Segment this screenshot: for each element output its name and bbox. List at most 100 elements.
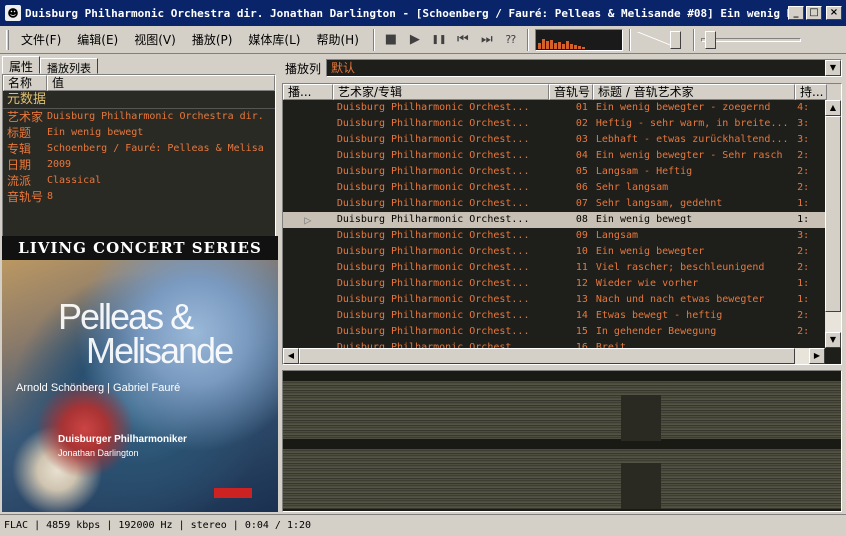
playlist-row[interactable]: Duisburg Philharmonic Orchest... 13 Nach u… bbox=[283, 292, 825, 308]
menu-grip[interactable] bbox=[6, 29, 9, 50]
menu-help[interactable]: 帮助(H) bbox=[308, 29, 366, 50]
playlist-row[interactable]: Duisburg Philharmonic Orchest... 03 Lebhaf… bbox=[283, 132, 825, 148]
tab-playlists[interactable]: 播放列表 bbox=[40, 58, 99, 75]
row-duration: 1: bbox=[797, 278, 810, 289]
col-playing-header[interactable]: 播... bbox=[283, 84, 333, 100]
pause-icon[interactable]: ❚❚ bbox=[429, 30, 449, 50]
playing-indicator bbox=[283, 148, 333, 164]
playlist-hscrollbar[interactable]: ◀ ▶ bbox=[283, 348, 825, 364]
playlist-row-playing[interactable]: ▷ Duisburg Philharmonic Orchest... 08 Ein w… bbox=[283, 212, 825, 228]
menu-playback[interactable]: 播放(P) bbox=[184, 29, 241, 50]
previous-icon[interactable]: ⏮ bbox=[453, 30, 473, 50]
playlist-row[interactable]: Duisburg Philharmonic Orchest... 11 Viel r… bbox=[283, 260, 825, 276]
properties-header: 名称 值 bbox=[3, 75, 275, 91]
playlist-row[interactable]: Duisburg Philharmonic Orchest... 04 Ein we… bbox=[283, 148, 825, 164]
spectrum-bar bbox=[557, 41, 561, 49]
play-icon[interactable]: ▶ bbox=[405, 30, 425, 50]
playing-indicator: ▷ bbox=[304, 213, 312, 227]
scroll-down-icon[interactable]: ▼ bbox=[825, 332, 841, 348]
album-art-conductor: Jonathan Darlington bbox=[58, 448, 139, 458]
scroll-left-icon[interactable]: ◀ bbox=[283, 348, 299, 364]
spectrum-bar bbox=[541, 38, 545, 49]
col-track-header[interactable]: 音轨号 bbox=[549, 84, 593, 100]
record-label-logo bbox=[214, 488, 252, 498]
toolbar-separator bbox=[526, 28, 529, 51]
tab-properties[interactable]: 属性 bbox=[2, 56, 41, 74]
scroll-up-icon[interactable]: ▲ bbox=[825, 100, 841, 116]
menu-view[interactable]: 视图(V) bbox=[126, 29, 184, 50]
playlist-hscroll-thumb[interactable] bbox=[299, 348, 795, 364]
random-icon[interactable]: ⁇ bbox=[501, 30, 521, 50]
close-button[interactable]: × bbox=[826, 6, 842, 20]
playlist-row[interactable]: Duisburg Philharmonic Orchest... 06 Sehr l… bbox=[283, 180, 825, 196]
title-bar[interactable]: ☻ Duisburg Philharmonic Orchestra dir. J… bbox=[0, 0, 846, 26]
row-track-number: 04 bbox=[575, 150, 588, 161]
next-icon[interactable]: ⏭ bbox=[477, 30, 497, 50]
property-row[interactable]: 流派 Classical bbox=[3, 173, 275, 189]
spectrogram-gap-right bbox=[621, 463, 661, 509]
playlist-row[interactable]: Duisburg Philharmonic Orchest... 09 Langsa… bbox=[283, 228, 825, 244]
row-artist: Duisburg Philharmonic Orchest... bbox=[336, 246, 530, 257]
property-key: 艺术家 bbox=[7, 110, 44, 124]
stop-icon[interactable]: ■ bbox=[381, 30, 401, 50]
seek-thumb[interactable] bbox=[704, 30, 716, 49]
col-value-header[interactable]: 值 bbox=[47, 75, 275, 91]
row-title: Viel rascher; beschleunigend bbox=[595, 262, 765, 273]
playlist-selector-bar: 播放列 默认 ▼ bbox=[282, 58, 842, 78]
menu-library[interactable]: 媒体库(L) bbox=[240, 29, 308, 50]
property-row[interactable]: 标题 Ein wenig bewegt bbox=[3, 125, 275, 141]
album-art-composers: Arnold Schönberg | Gabriel Fauré bbox=[16, 382, 181, 394]
row-title: Sehr langsam, gedehnt bbox=[595, 198, 723, 209]
minimize-button[interactable]: _ bbox=[788, 6, 804, 20]
right-panel: 播放列 默认 ▼ 播... 艺术家/专辑 音轨号 标题 / 音轨艺术家 持...… bbox=[282, 58, 842, 512]
playlist-vscroll-thumb[interactable] bbox=[825, 116, 841, 312]
playing-indicator bbox=[283, 100, 333, 116]
property-row[interactable]: 日期 2009 bbox=[3, 157, 275, 173]
row-artist: Duisburg Philharmonic Orchest... bbox=[336, 150, 530, 161]
chevron-down-icon[interactable]: ▼ bbox=[825, 60, 841, 76]
property-row[interactable]: 音轨号 8 bbox=[3, 189, 275, 205]
playlist-row[interactable]: Duisburg Philharmonic Orchest... 01 Ein we… bbox=[283, 100, 825, 116]
col-name-header[interactable]: 名称 bbox=[3, 75, 47, 91]
playlist-row[interactable]: Duisburg Philharmonic Orchest... 07 Sehr l… bbox=[283, 196, 825, 212]
property-row[interactable]: 艺术家 Duisburg Philharmonic Orchestra dir. bbox=[3, 109, 275, 125]
property-row[interactable]: 专辑 Schoenberg / Fauré: Pelleas & Melisa bbox=[3, 141, 275, 157]
maximize-button[interactable]: □ bbox=[806, 6, 822, 20]
row-artist: Duisburg Philharmonic Orchest... bbox=[336, 262, 530, 273]
row-duration: 4: bbox=[797, 102, 810, 113]
row-duration: 3: bbox=[797, 134, 810, 145]
app-logo-icon[interactable]: ☻ bbox=[5, 5, 21, 21]
left-tabs: 属性 播放列表 bbox=[2, 56, 278, 75]
spectrogram-view[interactable] bbox=[282, 370, 842, 512]
col-artist-header[interactable]: 艺术家/专辑 bbox=[333, 84, 549, 100]
album-art: LIVING CONCERT SERIES Pelleas & Melisand… bbox=[2, 236, 278, 512]
row-duration: 3: bbox=[797, 118, 810, 129]
playing-indicator bbox=[283, 132, 333, 148]
playing-indicator bbox=[283, 228, 333, 244]
col-duration-header[interactable]: 持... bbox=[795, 84, 827, 100]
playlist-row[interactable]: Duisburg Philharmonic Orchest... 02 Heftig… bbox=[283, 116, 825, 132]
menu-edit[interactable]: 编辑(E) bbox=[69, 29, 126, 50]
playlist-row[interactable]: Duisburg Philharmonic Orchest... 15 In geh… bbox=[283, 324, 825, 340]
menu-file[interactable]: 文件(F) bbox=[13, 29, 69, 50]
playlist-row[interactable]: Duisburg Philharmonic Orchest... 14 Etwas … bbox=[283, 308, 825, 324]
playing-indicator bbox=[283, 276, 333, 292]
playing-indicator bbox=[283, 196, 333, 212]
row-duration: 2: bbox=[797, 182, 810, 193]
volume-slider[interactable] bbox=[636, 29, 687, 51]
scroll-right-icon[interactable]: ▶ bbox=[809, 348, 825, 364]
playlist-view: 播... 艺术家/专辑 音轨号 标题 / 音轨艺术家 持... Duisburg… bbox=[282, 83, 842, 365]
spectrum-bar bbox=[549, 39, 553, 49]
row-title: Heftig - sehr warm, in breite... bbox=[595, 118, 789, 129]
playlist-vscrollbar[interactable]: ▲ ▼ bbox=[825, 100, 841, 348]
playlist-row[interactable]: Duisburg Philharmonic Orchest... 05 Langsa… bbox=[283, 164, 825, 180]
volume-thumb[interactable] bbox=[669, 30, 681, 49]
col-title-header[interactable]: 标题 / 音轨艺术家 bbox=[593, 84, 795, 100]
toolbar-separator bbox=[628, 28, 631, 51]
playlist-row[interactable]: Duisburg Philharmonic Orchest... 10 Ein we… bbox=[283, 244, 825, 260]
property-value: Ein wenig bewegt bbox=[47, 127, 144, 138]
seek-slider[interactable] bbox=[700, 29, 801, 51]
playlist-row[interactable]: Duisburg Philharmonic Orchest... 12 Wieder… bbox=[283, 276, 825, 292]
playlist-dropdown[interactable]: 默认 ▼ bbox=[326, 59, 842, 77]
row-title: Ein wenig bewegter - zoegernd bbox=[595, 102, 771, 113]
